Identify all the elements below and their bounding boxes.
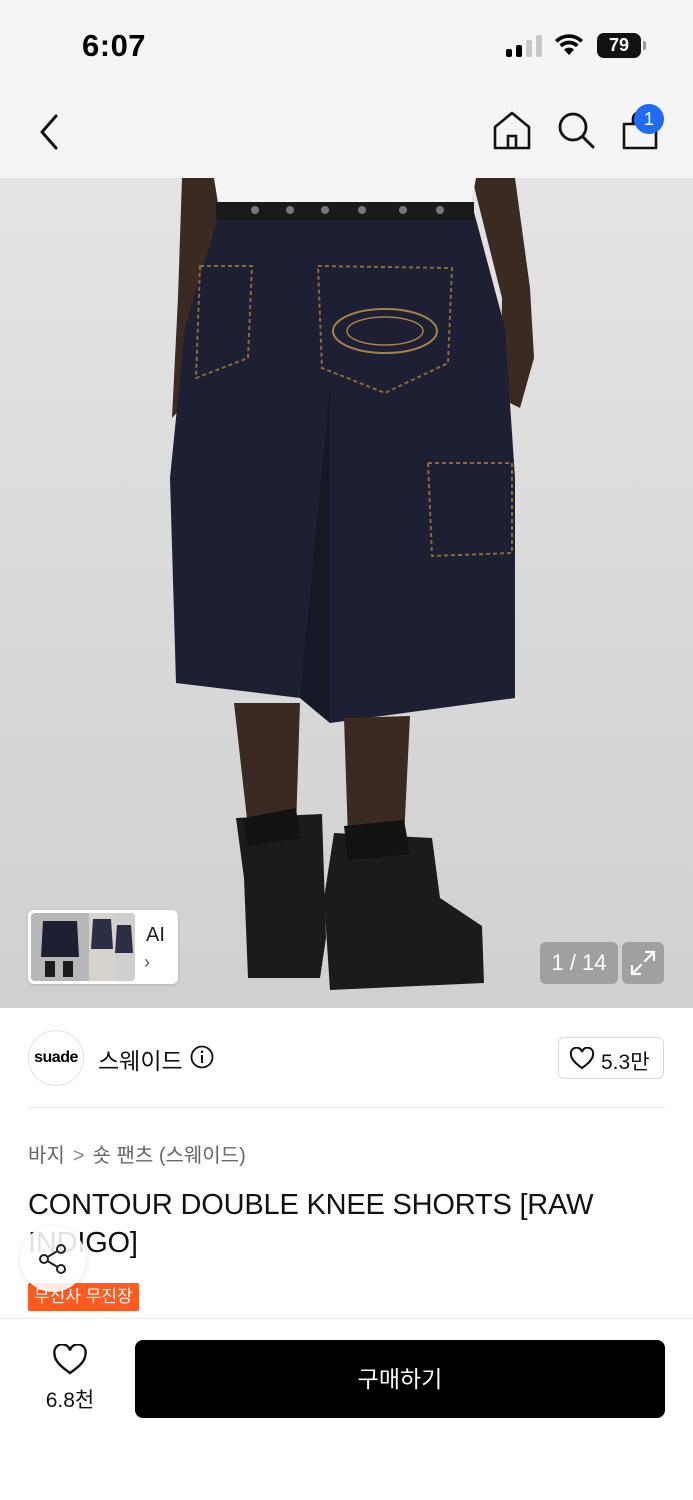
- chevron-right-icon: ›: [144, 952, 150, 972]
- share-button[interactable]: [20, 1226, 86, 1292]
- heart-icon: [569, 1047, 595, 1070]
- product-like-count: 6.8천: [45, 1389, 95, 1412]
- breadcrumb-separator: >: [72, 1145, 85, 1167]
- image-counter: 1 / 14: [540, 942, 618, 984]
- cart-count-badge: 1: [634, 104, 664, 134]
- brand-logo[interactable]: suade: [28, 1030, 84, 1086]
- cellular-signal-icon: [506, 35, 544, 57]
- breadcrumb-item-shorts[interactable]: 숏 팬츠 (스웨이드): [93, 1145, 246, 1167]
- thumbnail-strip: [31, 913, 135, 981]
- ai-recommend-card[interactable]: AI ›: [28, 910, 178, 984]
- product-image[interactable]: [0, 178, 693, 1008]
- home-icon[interactable]: [490, 108, 534, 152]
- divider: [28, 1107, 665, 1108]
- battery-icon: 79: [597, 33, 647, 58]
- search-icon[interactable]: [554, 108, 598, 152]
- chevron-left-icon[interactable]: [30, 108, 70, 156]
- share-icon: [39, 1244, 66, 1274]
- top-nav: [0, 90, 693, 178]
- heart-icon: [53, 1344, 87, 1375]
- ai-label: AI: [146, 924, 165, 946]
- product-photo-illustration: [0, 178, 693, 1008]
- brand-name[interactable]: 스웨이드: [98, 1042, 183, 1076]
- status-bar: 6:07 79: [0, 0, 693, 90]
- breadcrumb: 바지 > 숏 팬츠 (스웨이드): [28, 1139, 246, 1168]
- wifi-icon: [555, 34, 583, 55]
- brand-like-button[interactable]: 5.3만: [558, 1037, 664, 1079]
- battery-level: 79: [597, 33, 641, 58]
- brand-like-count: 5.3만: [601, 1051, 650, 1074]
- buy-button[interactable]: 구매하기: [135, 1340, 665, 1418]
- expand-icon[interactable]: [622, 942, 664, 984]
- breadcrumb-item-pants[interactable]: 바지: [28, 1145, 65, 1167]
- product-title: CONTOUR DOUBLE KNEE SHORTS [RAW INDIGO]: [28, 1189, 594, 1259]
- product-like-button[interactable]: 6.8천: [32, 1342, 108, 1418]
- status-time: 6:07: [82, 28, 147, 63]
- info-icon[interactable]: [190, 1045, 214, 1069]
